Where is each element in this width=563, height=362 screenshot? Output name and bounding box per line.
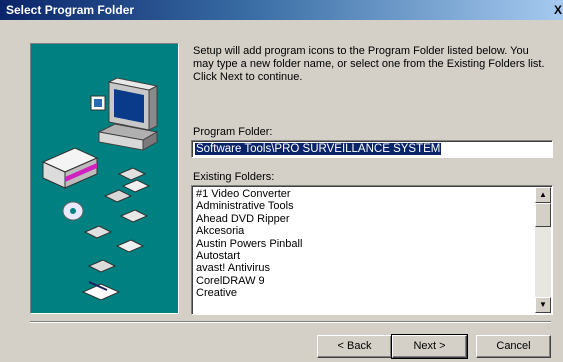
list-item[interactable]: Ahead DVD Ripper	[196, 213, 535, 225]
list-item[interactable]: Austin Powers Pinball	[196, 238, 535, 250]
next-button[interactable]: Next >	[391, 334, 468, 359]
computer-disks-illustration-icon	[41, 77, 159, 301]
title-bar: Select Program Folder X	[0, 0, 563, 20]
intro-text: Setup will add program icons to the Prog…	[193, 45, 545, 83]
setup-illustration	[30, 43, 179, 314]
list-item[interactable]: Autostart	[196, 250, 535, 262]
existing-folders-list[interactable]: #1 Video Converter Administrative Tools …	[191, 185, 553, 315]
list-item[interactable]: avast! Antivirus	[196, 262, 535, 274]
floppy-disk-icons	[83, 167, 151, 273]
program-folder-value: Software Tools\PRO SURVEILLANCE SYSTEM	[195, 143, 442, 155]
program-folder-label: Program Folder:	[193, 126, 273, 138]
back-button[interactable]: < Back	[317, 335, 392, 358]
scroll-thumb[interactable]	[535, 203, 551, 227]
existing-folders-label: Existing Folders:	[193, 171, 275, 183]
close-icon[interactable]: X	[554, 3, 563, 17]
vertical-scrollbar[interactable]: ▲ ▼	[535, 187, 551, 313]
program-folder-input[interactable]: Software Tools\PRO SURVEILLANCE SYSTEM	[191, 140, 553, 158]
window-title: Select Program Folder	[6, 3, 135, 17]
arrow-down-icon: ▼	[539, 300, 547, 309]
list-item[interactable]: Administrative Tools	[196, 200, 535, 212]
list-item[interactable]: Akcesoria	[196, 225, 535, 237]
scroll-up-button[interactable]: ▲	[535, 187, 551, 203]
arrow-up-icon: ▲	[539, 190, 547, 199]
list-item[interactable]: CorelDRAW 9	[196, 275, 535, 287]
divider	[30, 321, 551, 323]
scroll-down-button[interactable]: ▼	[535, 297, 551, 313]
list-item[interactable]: Creative	[196, 287, 535, 299]
cancel-button[interactable]: Cancel	[476, 335, 551, 358]
list-item[interactable]: #1 Video Converter	[196, 188, 535, 200]
